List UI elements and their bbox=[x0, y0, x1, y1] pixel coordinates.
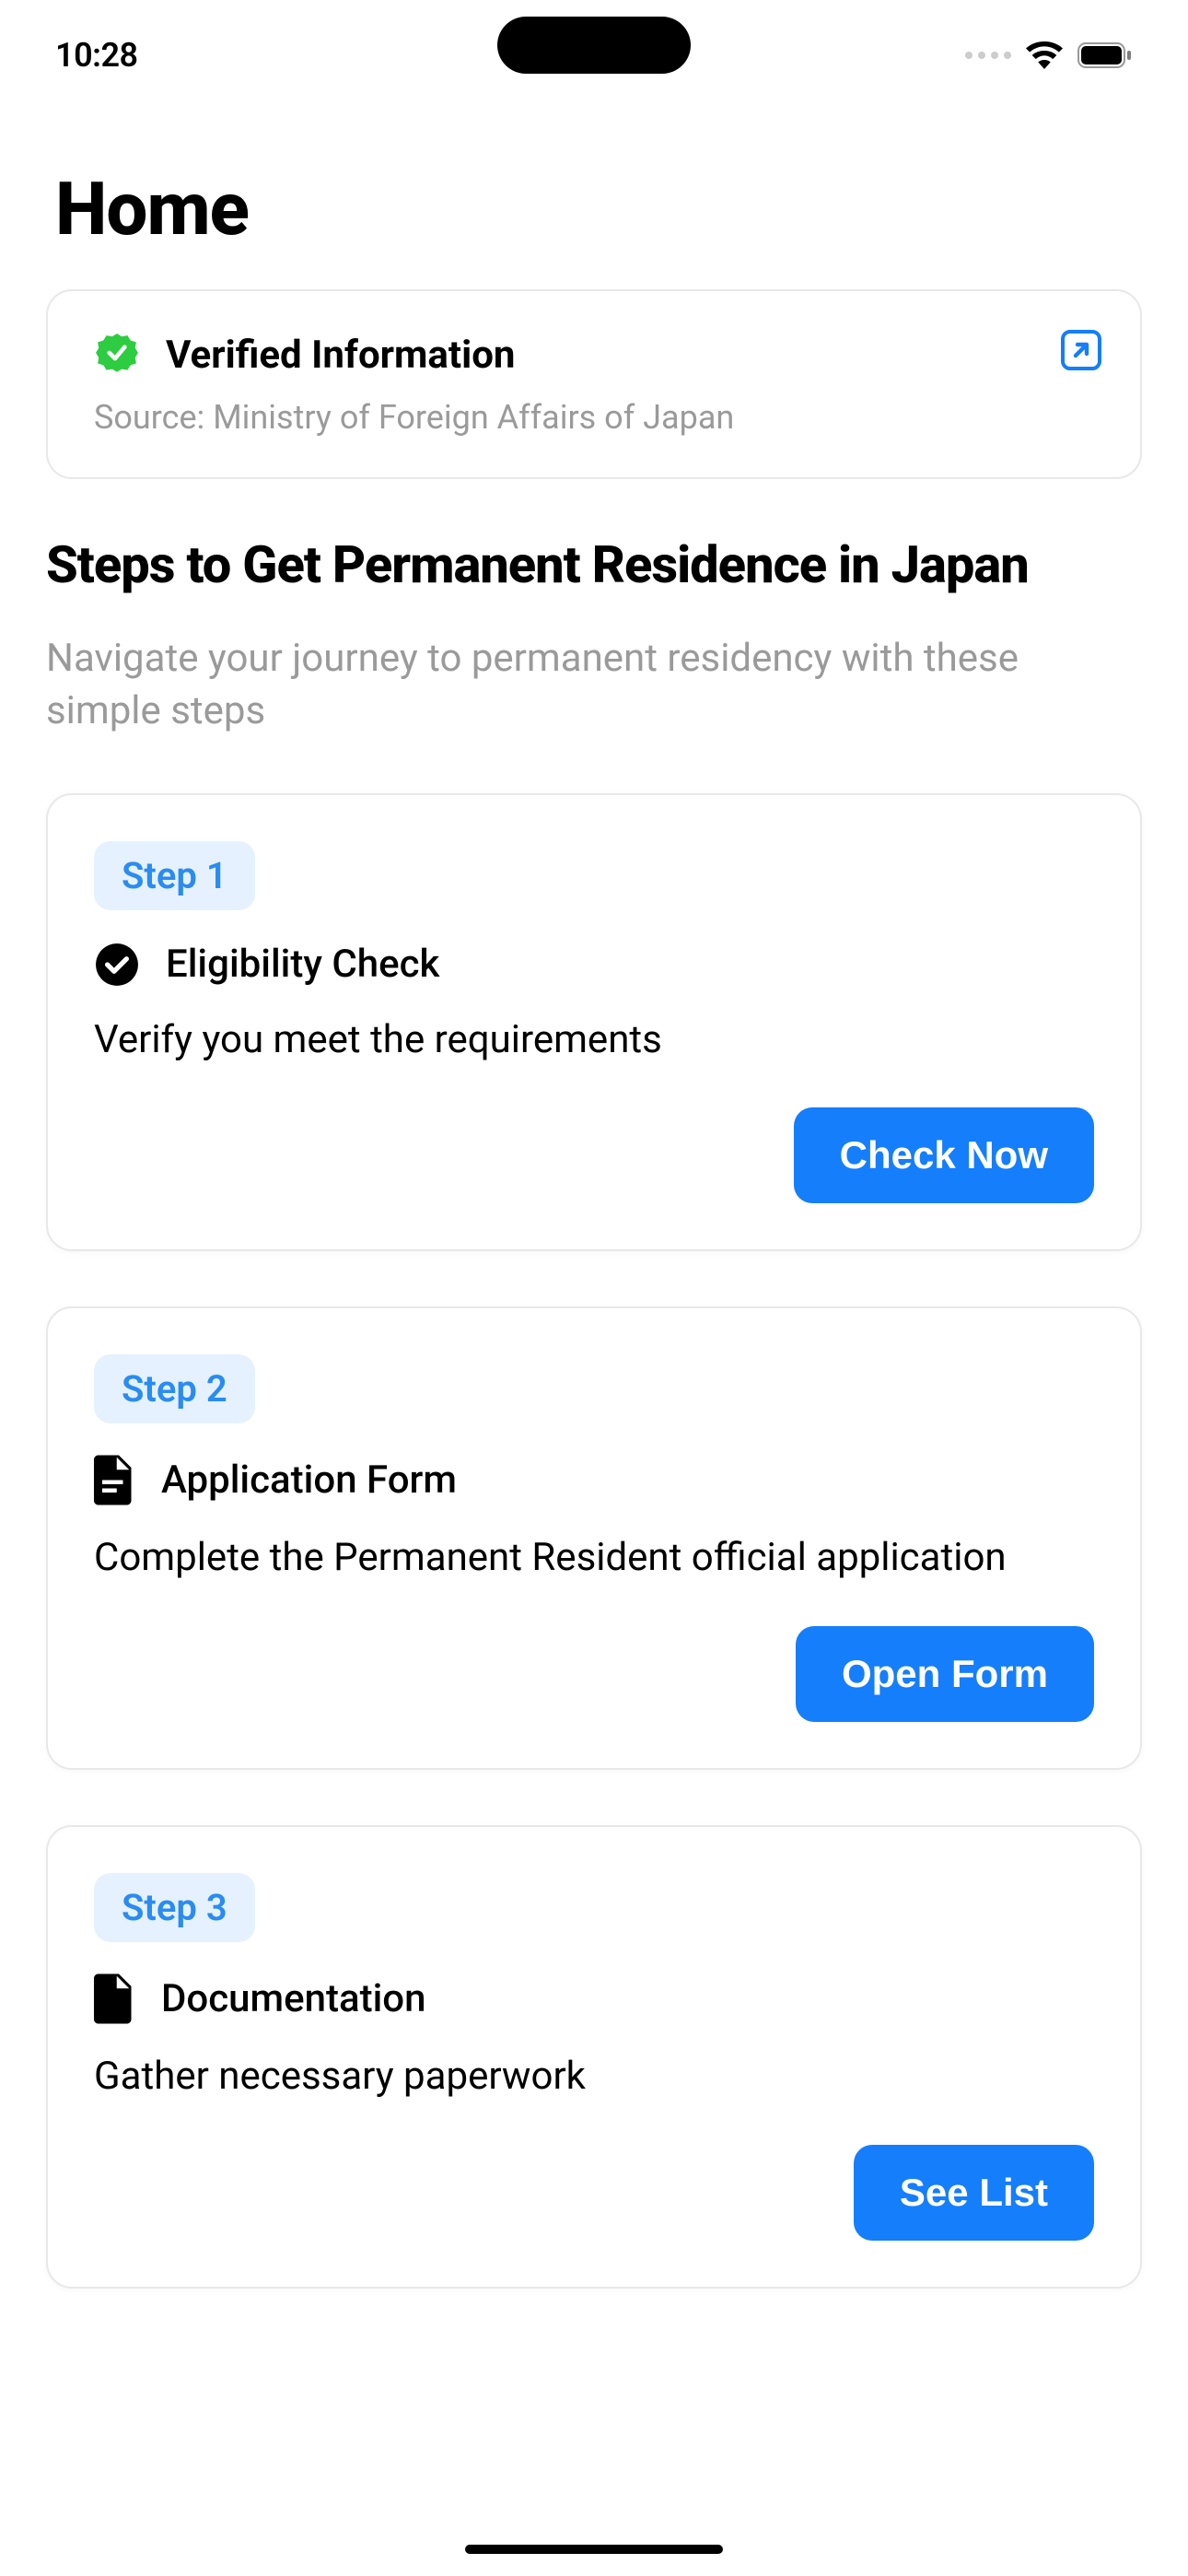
open-form-button[interactable]: Open Form bbox=[796, 1626, 1094, 1722]
status-bar: 10:28 bbox=[0, 0, 1188, 111]
check-circle-icon bbox=[94, 942, 140, 988]
section-subtitle: Navigate your journey to permanent resid… bbox=[46, 633, 1142, 737]
cellular-signal-icon bbox=[965, 52, 1011, 59]
step-description: Verify you meet the requirements bbox=[94, 1013, 1094, 1068]
step-description: Complete the Permanent Resident official… bbox=[94, 1531, 1094, 1586]
step-card-3: Step 3 Documentation Gather necessary pa… bbox=[46, 1825, 1142, 2289]
battery-icon bbox=[1077, 42, 1133, 68]
step-badge: Step 2 bbox=[94, 1354, 255, 1423]
wifi-icon bbox=[1026, 41, 1063, 69]
step-heading: Documentation bbox=[161, 1976, 426, 2021]
section-title: Steps to Get Permanent Residence in Japa… bbox=[46, 534, 1142, 596]
verified-title: Verified Information bbox=[166, 333, 515, 378]
home-indicator[interactable] bbox=[465, 2545, 723, 2554]
document-text-icon bbox=[94, 1455, 135, 1505]
verified-info-card: Verified Information Source: Ministry of… bbox=[46, 289, 1142, 479]
status-icons bbox=[965, 41, 1133, 69]
step-description: Gather necessary paperwork bbox=[94, 2050, 1094, 2104]
step-badge: Step 1 bbox=[94, 841, 255, 910]
see-list-button[interactable]: See List bbox=[854, 2145, 1094, 2241]
step-card-2: Step 2 Application Form Complete the Per… bbox=[46, 1306, 1142, 1770]
external-link-button[interactable] bbox=[1059, 328, 1103, 376]
status-time: 10:28 bbox=[55, 36, 138, 75]
step-card-1: Step 1 Eligibility Check Verify you meet… bbox=[46, 793, 1142, 1252]
verified-badge-icon bbox=[94, 332, 140, 378]
step-heading: Application Form bbox=[161, 1458, 457, 1503]
step-badge: Step 3 bbox=[94, 1873, 255, 1942]
check-now-button[interactable]: Check Now bbox=[794, 1107, 1094, 1203]
verified-source: Source: Ministry of Foreign Affairs of J… bbox=[94, 398, 1094, 437]
external-link-icon bbox=[1059, 328, 1103, 372]
step-heading: Eligibility Check bbox=[166, 942, 439, 987]
document-icon bbox=[94, 1973, 135, 2024]
page-title: Home bbox=[0, 111, 1188, 289]
dynamic-island bbox=[497, 17, 691, 74]
